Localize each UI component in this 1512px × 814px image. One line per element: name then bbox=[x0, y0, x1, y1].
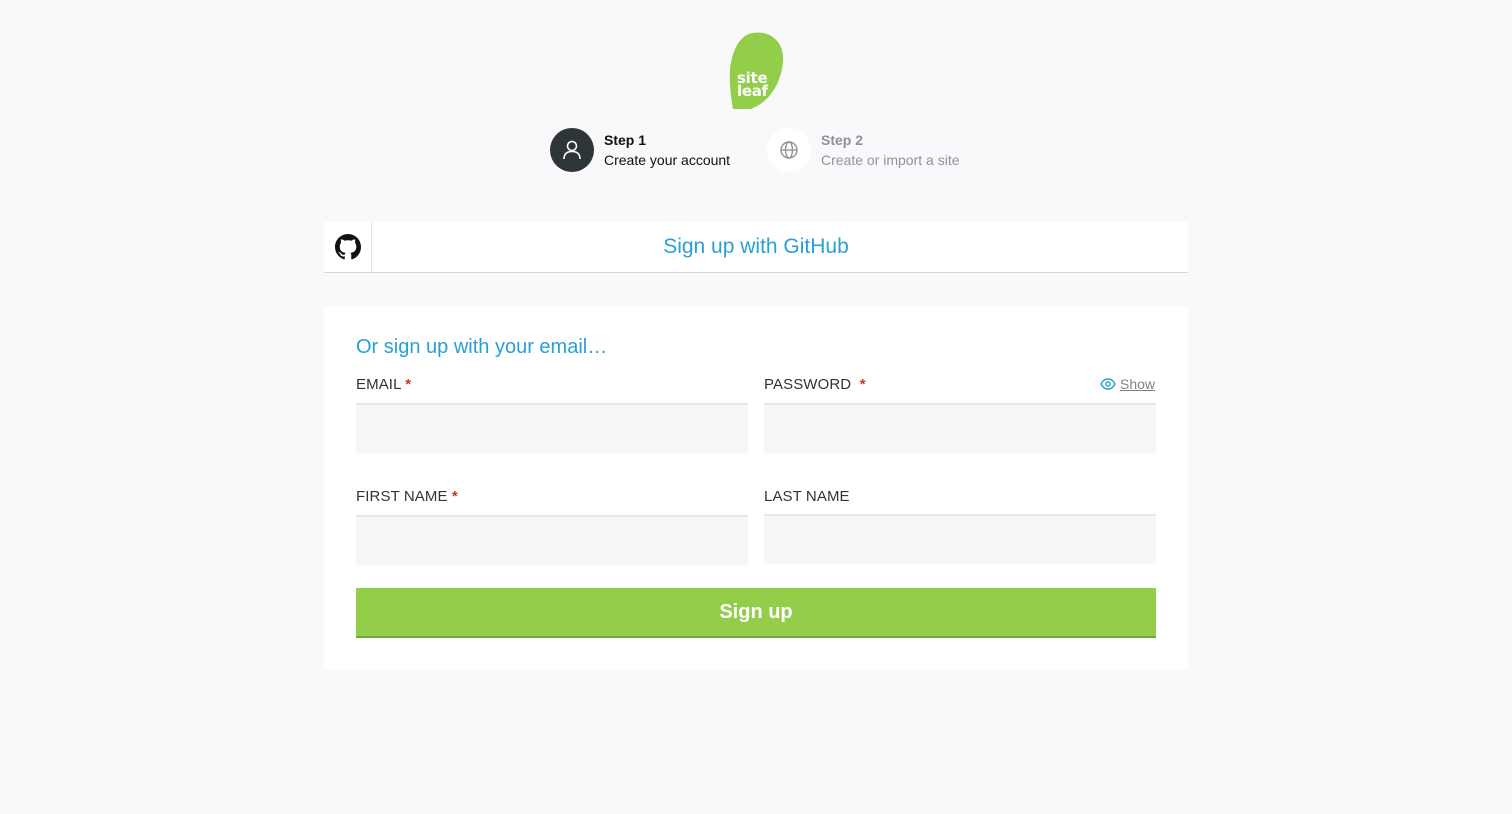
github-icon bbox=[334, 234, 361, 260]
sign-up-button[interactable]: Sign up bbox=[356, 588, 1156, 638]
step-2-badge bbox=[767, 128, 811, 172]
first-name-label-text: FIRST NAME bbox=[356, 488, 448, 505]
first-name-required-mark: * bbox=[451, 488, 458, 505]
logo-line-leaf: leaf bbox=[737, 82, 768, 100]
step-1-badge bbox=[550, 128, 594, 172]
email-input[interactable] bbox=[356, 403, 748, 453]
step-1-text: Step 1 Create your account bbox=[604, 131, 730, 170]
user-icon bbox=[563, 140, 581, 160]
step-1: Step 1 Create your account bbox=[550, 128, 730, 172]
step-2-text: Step 2 Create or import a site bbox=[821, 131, 960, 170]
email-signup-heading: Or sign up with your email… bbox=[356, 336, 608, 358]
step-2-subtitle: Create or import a site bbox=[821, 151, 960, 168]
password-input[interactable] bbox=[764, 403, 1156, 453]
last-name-label-text: LAST NAME bbox=[764, 488, 850, 505]
eye-icon bbox=[1100, 378, 1116, 390]
show-password-toggle[interactable]: Show bbox=[1100, 376, 1155, 392]
github-signup-button[interactable]: Sign up with GitHub bbox=[324, 222, 1188, 273]
siteleaf-logo: site leaf bbox=[729, 32, 785, 110]
globe-icon bbox=[780, 141, 798, 159]
password-label-text: PASSWORD bbox=[764, 376, 852, 393]
last-name-label: LAST NAME bbox=[764, 488, 850, 505]
step-2-title: Step 2 bbox=[821, 131, 864, 148]
email-label: EMAIL * bbox=[356, 376, 411, 393]
email-required-mark: * bbox=[405, 376, 412, 393]
email-signup-card: Or sign up with your email… EMAIL * PASS… bbox=[324, 306, 1188, 670]
step-2: Step 2 Create or import a site bbox=[767, 128, 960, 172]
step-1-title: Step 1 bbox=[604, 131, 647, 148]
first-name-label: FIRST NAME * bbox=[356, 488, 458, 505]
password-required-mark: * bbox=[859, 376, 866, 393]
github-signup-label: Sign up with GitHub bbox=[663, 235, 849, 258]
github-icon-box bbox=[324, 222, 372, 272]
password-label: PASSWORD * bbox=[764, 376, 866, 393]
signup-steps: Step 1 Create your account Step 2 Create… bbox=[0, 128, 1512, 174]
logo-wordmark: site leaf bbox=[737, 71, 768, 100]
last-name-input[interactable] bbox=[764, 514, 1156, 564]
first-name-input[interactable] bbox=[356, 515, 748, 565]
step-1-subtitle: Create your account bbox=[604, 151, 731, 168]
email-label-text: EMAIL bbox=[356, 376, 401, 393]
show-password-label: Show bbox=[1120, 376, 1156, 392]
